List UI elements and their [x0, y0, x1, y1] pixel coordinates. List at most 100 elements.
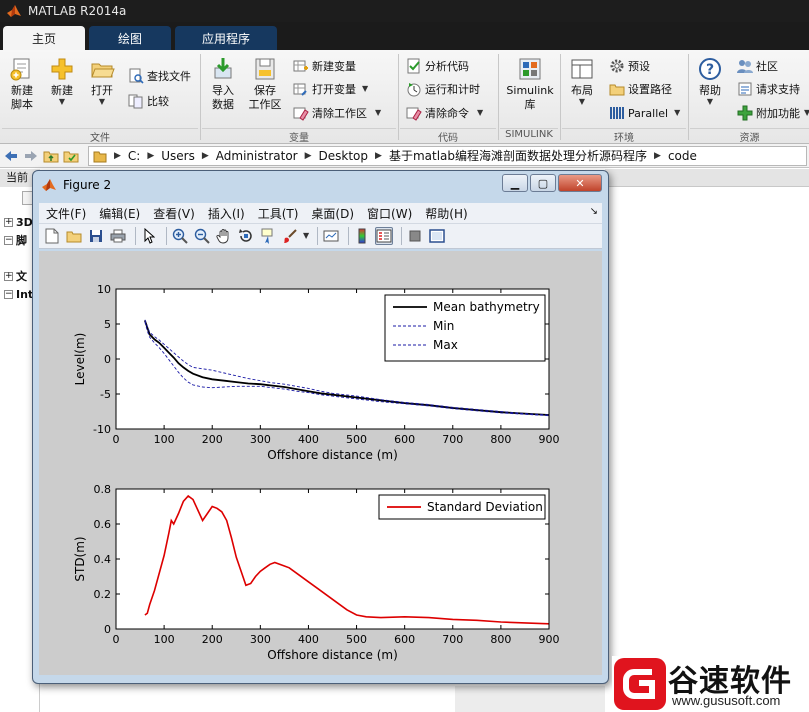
figure-canvas[interactable]: 0 100 200 300 400 500 600 700 800 900 -10 -5 0 5 10 Off…	[39, 251, 602, 675]
tree-item[interactable]: − Int	[4, 287, 33, 301]
background-panel-strip	[455, 686, 605, 712]
legend-label: Mean bathymetry	[433, 300, 540, 314]
forward-icon[interactable]	[22, 147, 40, 165]
toolbar-separator	[348, 227, 350, 245]
browse-folder-icon[interactable]	[62, 147, 80, 165]
path-segment[interactable]: code	[664, 149, 701, 163]
clear-commands-button[interactable]: 清除命令 ▼	[406, 103, 483, 123]
add-ons-dropdown-icon: ▼	[804, 108, 809, 117]
expand-icon[interactable]: +	[4, 217, 13, 227]
colorbar-icon[interactable]	[353, 227, 371, 245]
path-segment[interactable]: Users	[157, 149, 199, 163]
maximize-button[interactable]: ▢	[530, 174, 556, 192]
menu-insert[interactable]: 插入(I)	[201, 205, 251, 222]
new-figure-icon[interactable]	[43, 227, 61, 245]
legend[interactable]: Mean bathymetry Min Max	[384, 294, 546, 362]
x-tick-label: 800	[490, 633, 511, 646]
rotate-icon[interactable]	[237, 227, 255, 245]
tab-home[interactable]: 主页	[3, 26, 85, 50]
save-icon[interactable]	[87, 227, 105, 245]
save-workspace-button[interactable]: 保存 工作区	[246, 56, 284, 112]
preferences-button[interactable]: 预设	[609, 56, 650, 76]
tree-item[interactable]: − 脚	[4, 233, 27, 247]
expand-icon[interactable]: +	[4, 271, 13, 281]
import-data-button[interactable]: 导入 数据	[206, 56, 240, 112]
collapse-icon[interactable]: −	[4, 235, 13, 245]
show-plot-tools-icon[interactable]	[428, 227, 446, 245]
ribbon: 新建 脚本 新建 ▼ 打开 ▼ 查找文件 比较 文件 导入 数据 保存 工作区 …	[0, 50, 809, 144]
path-segment[interactable]: Desktop	[315, 149, 373, 163]
tab-apps[interactable]: 应用程序	[175, 26, 277, 50]
help-button[interactable]: ? 帮助 ▼	[694, 56, 726, 106]
add-ons-button[interactable]: 附加功能 ▼	[737, 103, 809, 123]
y-axis-label: Level(m)	[73, 333, 87, 386]
pan-icon[interactable]	[215, 227, 233, 245]
tree-item[interactable]: + 文	[4, 269, 27, 283]
path-separator-icon: ▶	[201, 150, 209, 161]
menu-view[interactable]: 查看(V)	[146, 205, 201, 222]
layout-button[interactable]: 布局 ▼	[566, 56, 598, 106]
tree-item[interactable]: +3D	[4, 215, 33, 229]
y-tick-label: 0.2	[94, 588, 112, 601]
new-script-icon	[10, 58, 30, 81]
legend[interactable]: Standard Deviation	[378, 494, 546, 520]
zoom-out-icon[interactable]	[193, 227, 211, 245]
x-tick-label: 400	[298, 633, 319, 646]
data-cursor-icon[interactable]	[259, 227, 277, 245]
clear-commands-icon	[406, 107, 422, 121]
brush-dropdown-icon[interactable]: ▼	[303, 232, 309, 240]
address-bar: ▶ C: ▶ Users ▶ Administrator ▶ Desktop ▶…	[0, 144, 809, 168]
clear-workspace-button[interactable]: 清除工作区 ▼	[293, 103, 381, 123]
new-variable-button[interactable]: 新建变量	[293, 56, 356, 76]
pointer-icon[interactable]	[140, 227, 158, 245]
menu-edit[interactable]: 编辑(E)	[92, 205, 146, 222]
menu-window[interactable]: 窗口(W)	[360, 205, 418, 222]
help-icon: ?	[699, 58, 721, 80]
new-button[interactable]: 新建 ▼	[46, 56, 78, 106]
plots-svg[interactable]: 0 100 200 300 400 500 600 700 800 900 -10 -5 0 5 10 Off…	[39, 251, 602, 675]
menu-tools[interactable]: 工具(T)	[251, 205, 305, 222]
simulink-library-button[interactable]: Simulink 库	[504, 56, 556, 112]
request-support-button[interactable]: 请求支持	[737, 79, 800, 99]
parallel-icon	[610, 107, 624, 119]
tab-plots[interactable]: 绘图	[89, 26, 171, 50]
run-and-time-button[interactable]: 运行和计时	[406, 79, 480, 99]
path-separator-icon: ▶	[304, 150, 312, 161]
current-folder-path[interactable]: ▶ C: ▶ Users ▶ Administrator ▶ Desktop ▶…	[88, 145, 807, 166]
find-files-button[interactable]: 查找文件	[128, 66, 191, 86]
open-variable-button[interactable]: 打开变量 ▼	[293, 79, 368, 99]
variable-group-label: 变量	[202, 128, 396, 144]
open-file-icon[interactable]	[65, 227, 83, 245]
axes-std[interactable]: 0 100 200 300 400 500 600 700 800 900 0 0.2 0.4 0.6 0.…	[73, 483, 560, 662]
back-icon[interactable]	[2, 147, 20, 165]
x-tick-label: 100	[154, 433, 175, 446]
print-icon[interactable]	[109, 227, 127, 245]
brush-icon[interactable]	[281, 227, 299, 245]
path-segment[interactable]: C:	[124, 149, 144, 163]
path-separator-icon: ▶	[375, 150, 382, 161]
new-script-button[interactable]: 新建 脚本	[6, 56, 38, 112]
path-segment[interactable]: Administrator	[212, 149, 302, 163]
parallel-button[interactable]: Parallel ▼	[609, 103, 680, 123]
set-path-button[interactable]: 设置路径	[609, 79, 672, 99]
menu-desktop[interactable]: 桌面(D)	[304, 205, 360, 222]
collapse-icon[interactable]: −	[4, 289, 13, 299]
analyze-code-button[interactable]: 分析代码	[406, 56, 469, 76]
analyze-code-icon	[407, 58, 420, 74]
community-button[interactable]: 社区	[737, 56, 778, 76]
path-segment[interactable]: 基于matlab编程海滩剖面数据处理分析源码程序	[385, 147, 651, 164]
open-button[interactable]: 打开 ▼	[86, 56, 118, 106]
link-plot-icon[interactable]	[322, 227, 340, 245]
compare-button[interactable]: 比较	[128, 91, 169, 111]
zoom-in-icon[interactable]	[171, 227, 189, 245]
up-folder-icon[interactable]	[42, 147, 60, 165]
menu-help[interactable]: 帮助(H)	[418, 205, 473, 222]
axes-bathymetry[interactable]: 0 100 200 300 400 500 600 700 800 900 -10 -5 0 5 10 Off…	[73, 283, 560, 462]
dock-arrow-icon[interactable]: ↘	[590, 206, 598, 217]
hide-plot-tools-icon[interactable]	[406, 227, 424, 245]
menu-file[interactable]: 文件(F)	[39, 205, 92, 222]
figure-window[interactable]: Figure 2 ▁ ▢ ✕ 文件(F) 编辑(E) 查看(V) 插入(I) 工…	[32, 170, 609, 684]
legend-icon[interactable]	[375, 227, 394, 245]
minimize-button[interactable]: ▁	[502, 174, 528, 192]
close-button[interactable]: ✕	[558, 174, 602, 192]
